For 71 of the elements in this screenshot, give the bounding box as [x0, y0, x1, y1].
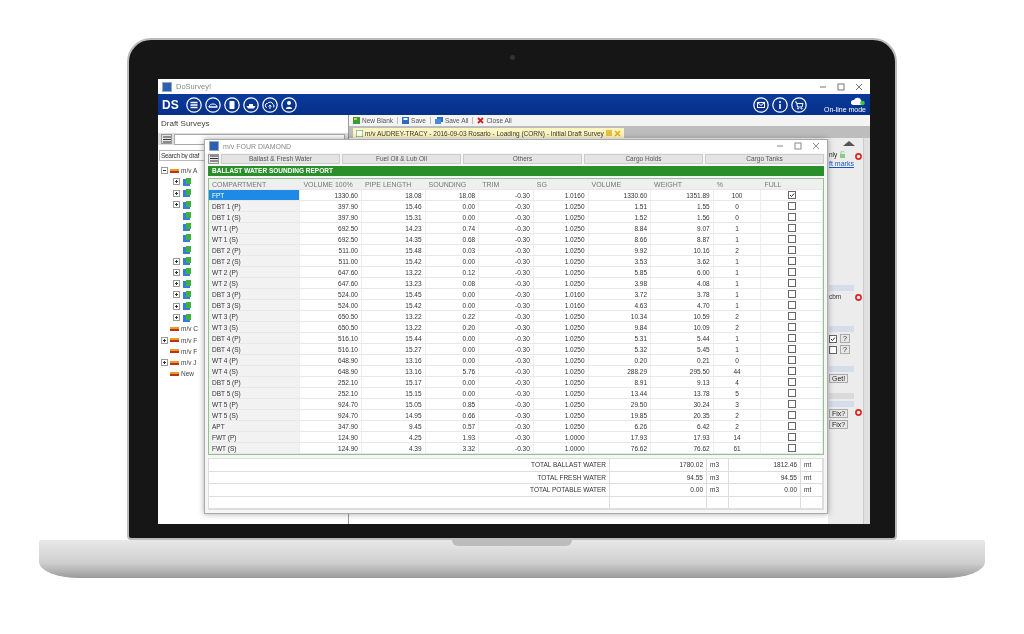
info-icon[interactable] — [771, 96, 788, 113]
section-bar — [829, 393, 854, 399]
checkbox[interactable] — [787, 202, 796, 210]
clipboard-icon[interactable] — [223, 96, 240, 113]
checkbox[interactable] — [787, 213, 796, 221]
close-icon[interactable] — [855, 82, 863, 91]
panel-title: Draft Surveys — [160, 118, 211, 130]
expand-icon[interactable] — [173, 257, 180, 265]
checkbox[interactable] — [787, 433, 796, 441]
checkbox[interactable] — [787, 235, 796, 243]
checkbox[interactable] — [787, 334, 796, 342]
mail-icon[interactable] — [752, 96, 769, 113]
camera-dot — [510, 55, 515, 60]
expand-icon[interactable] — [173, 291, 180, 299]
helmet-icon[interactable] — [204, 96, 221, 113]
checkbox[interactable] — [787, 345, 796, 353]
checkbox[interactable] — [787, 290, 796, 298]
app-icon — [162, 81, 172, 92]
checkbox[interactable] — [787, 411, 796, 419]
lifebuoy-icon — [855, 153, 862, 160]
checkbox[interactable] — [787, 422, 796, 430]
caret-up-icon[interactable] — [843, 141, 855, 146]
app-icon — [209, 141, 219, 152]
lifebuoy-icon — [855, 409, 862, 416]
checkbox[interactable] — [787, 246, 796, 254]
new-document-icon — [353, 117, 360, 124]
save-all-icon — [434, 117, 443, 124]
checkbox[interactable] — [787, 224, 796, 232]
checkbox[interactable] — [787, 389, 796, 397]
menu-button[interactable] — [161, 134, 172, 144]
checkbox[interactable] — [787, 323, 796, 331]
checkbox[interactable] — [787, 367, 796, 375]
section-header — [829, 326, 854, 332]
cloud-upload-icon[interactable] — [261, 96, 278, 113]
expand-icon[interactable] — [161, 359, 168, 367]
close-icon[interactable] — [812, 142, 820, 151]
checkbox[interactable] — [787, 257, 796, 265]
menu-button[interactable] — [208, 153, 219, 164]
expand-icon[interactable] — [173, 280, 180, 288]
person-icon[interactable] — [280, 96, 297, 113]
section-header — [829, 366, 854, 372]
checkbox[interactable] — [787, 444, 796, 452]
checkbox[interactable] — [787, 356, 796, 364]
checkbox[interactable] — [787, 400, 796, 408]
close-icon — [477, 117, 485, 124]
checkbox[interactable] — [829, 345, 837, 354]
scrollbar[interactable] — [863, 138, 870, 524]
expand-icon[interactable] — [161, 336, 168, 344]
expand-icon[interactable] — [173, 314, 180, 321]
checkbox[interactable] — [787, 301, 796, 309]
checkbox[interactable] — [787, 268, 796, 276]
section-header — [829, 285, 854, 291]
app-logo: DS — [162, 97, 179, 112]
lifebuoy-icon — [855, 294, 862, 301]
section-header — [829, 401, 854, 407]
checkbox[interactable] — [787, 279, 796, 287]
lock-icon — [840, 151, 846, 158]
expand-icon[interactable] — [173, 268, 180, 276]
checkbox[interactable] — [787, 191, 796, 199]
expand-icon[interactable] — [173, 302, 180, 310]
expand-icon[interactable] — [173, 178, 180, 186]
cart-icon[interactable] — [790, 96, 807, 113]
checkbox[interactable] — [787, 312, 796, 320]
cloud-icon — [850, 96, 866, 106]
checkbox[interactable] — [829, 334, 837, 343]
maximize-icon[interactable] — [837, 82, 845, 91]
menu-icon[interactable] — [185, 96, 202, 113]
expand-icon[interactable] — [173, 201, 180, 209]
expand-icon[interactable] — [173, 189, 180, 197]
checkbox[interactable] — [787, 378, 796, 386]
collapse-icon[interactable] — [161, 167, 168, 175]
